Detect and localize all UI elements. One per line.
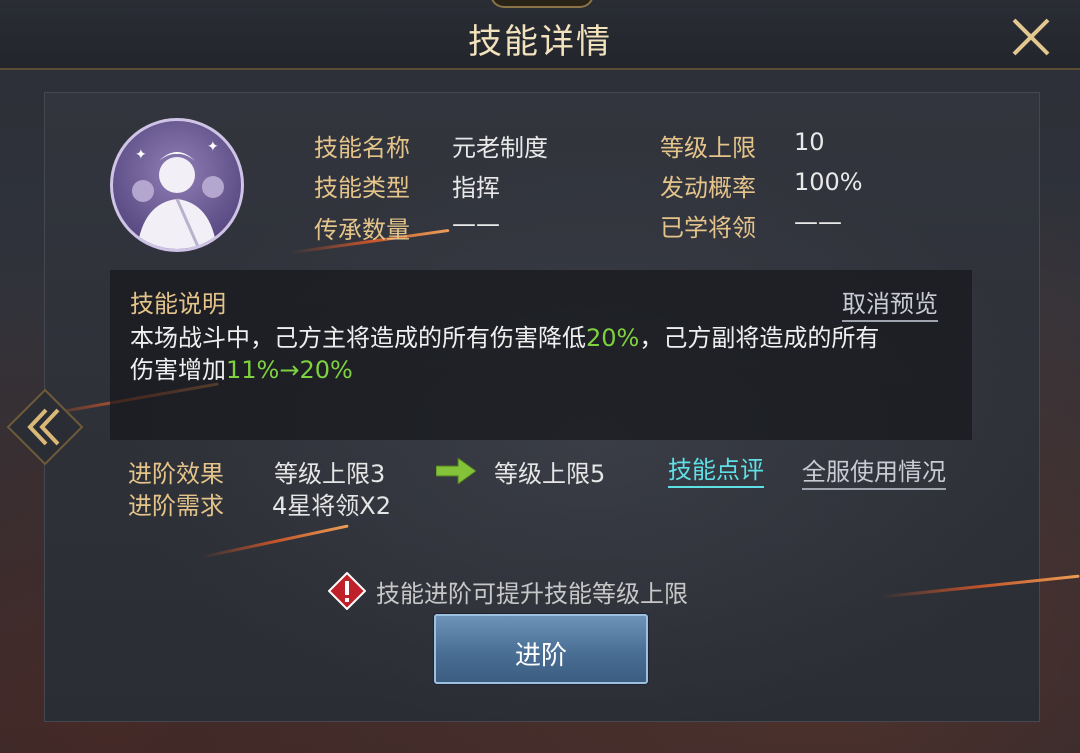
svg-text:✦: ✦: [135, 147, 147, 163]
server-usage-link[interactable]: 全服使用情况: [802, 452, 946, 490]
advance-button[interactable]: 进阶: [434, 614, 648, 684]
trigger-rate-label: 发动概率: [660, 174, 756, 202]
skill-review-link[interactable]: 技能点评: [668, 450, 764, 488]
description-text: 本场战斗中，己方主将造成的所有伤害降低: [130, 324, 586, 352]
skill-portrait: ✦ ✦: [110, 118, 244, 252]
description-text: 伤害增加: [130, 356, 226, 384]
learned-generals-label: 已学将领: [660, 214, 756, 242]
advance-button-label: 进阶: [514, 641, 567, 671]
advance-effect-from: 等级上限3: [274, 460, 386, 488]
description-highlight: 20%: [586, 324, 640, 352]
advance-requirement-label: 进阶需求: [128, 492, 224, 520]
inherit-count-label: 传承数量: [314, 216, 410, 244]
skill-name-value: 元老制度: [452, 134, 548, 162]
level-cap-label: 等级上限: [660, 134, 756, 162]
description-text: ，己方副将造成的所有: [639, 324, 880, 352]
advance-requirement-value: 4星将领X2: [272, 492, 391, 520]
statue-figure-icon: ✦ ✦: [132, 139, 224, 249]
learned-generals-value: ——: [794, 208, 842, 236]
advance-hint: 技能进阶可提升技能等级上限: [376, 580, 688, 608]
previous-arrow-icon[interactable]: [6, 388, 84, 466]
advance-effect-to: 等级上限5: [494, 460, 606, 488]
title-bar: 技能详情: [0, 0, 1080, 70]
description-line-2: 伤害增加11%→20%: [130, 350, 353, 385]
skill-name-label: 技能名称: [314, 134, 410, 162]
svg-text:✦: ✦: [207, 139, 219, 155]
level-cap-value: 10: [794, 128, 825, 156]
warning-icon: [328, 572, 366, 610]
advance-effect-label: 进阶效果: [128, 460, 224, 488]
close-icon[interactable]: [1006, 12, 1056, 62]
trigger-rate-value: 100%: [794, 168, 863, 196]
description-line-1: 本场战斗中，己方主将造成的所有伤害降低20%，己方副将造成的所有: [130, 318, 879, 353]
arrow-right-icon: [436, 458, 476, 484]
description-title: 技能说明: [130, 290, 226, 318]
description-highlight: 11%→20%: [226, 356, 353, 384]
page-title: 技能详情: [468, 22, 612, 62]
title-ornament: [490, 0, 594, 8]
inherit-count-value: ——: [452, 210, 500, 238]
cancel-preview-link[interactable]: 取消预览: [842, 284, 938, 322]
skill-type-value: 指挥: [452, 174, 500, 202]
skill-type-label: 技能类型: [314, 174, 410, 202]
